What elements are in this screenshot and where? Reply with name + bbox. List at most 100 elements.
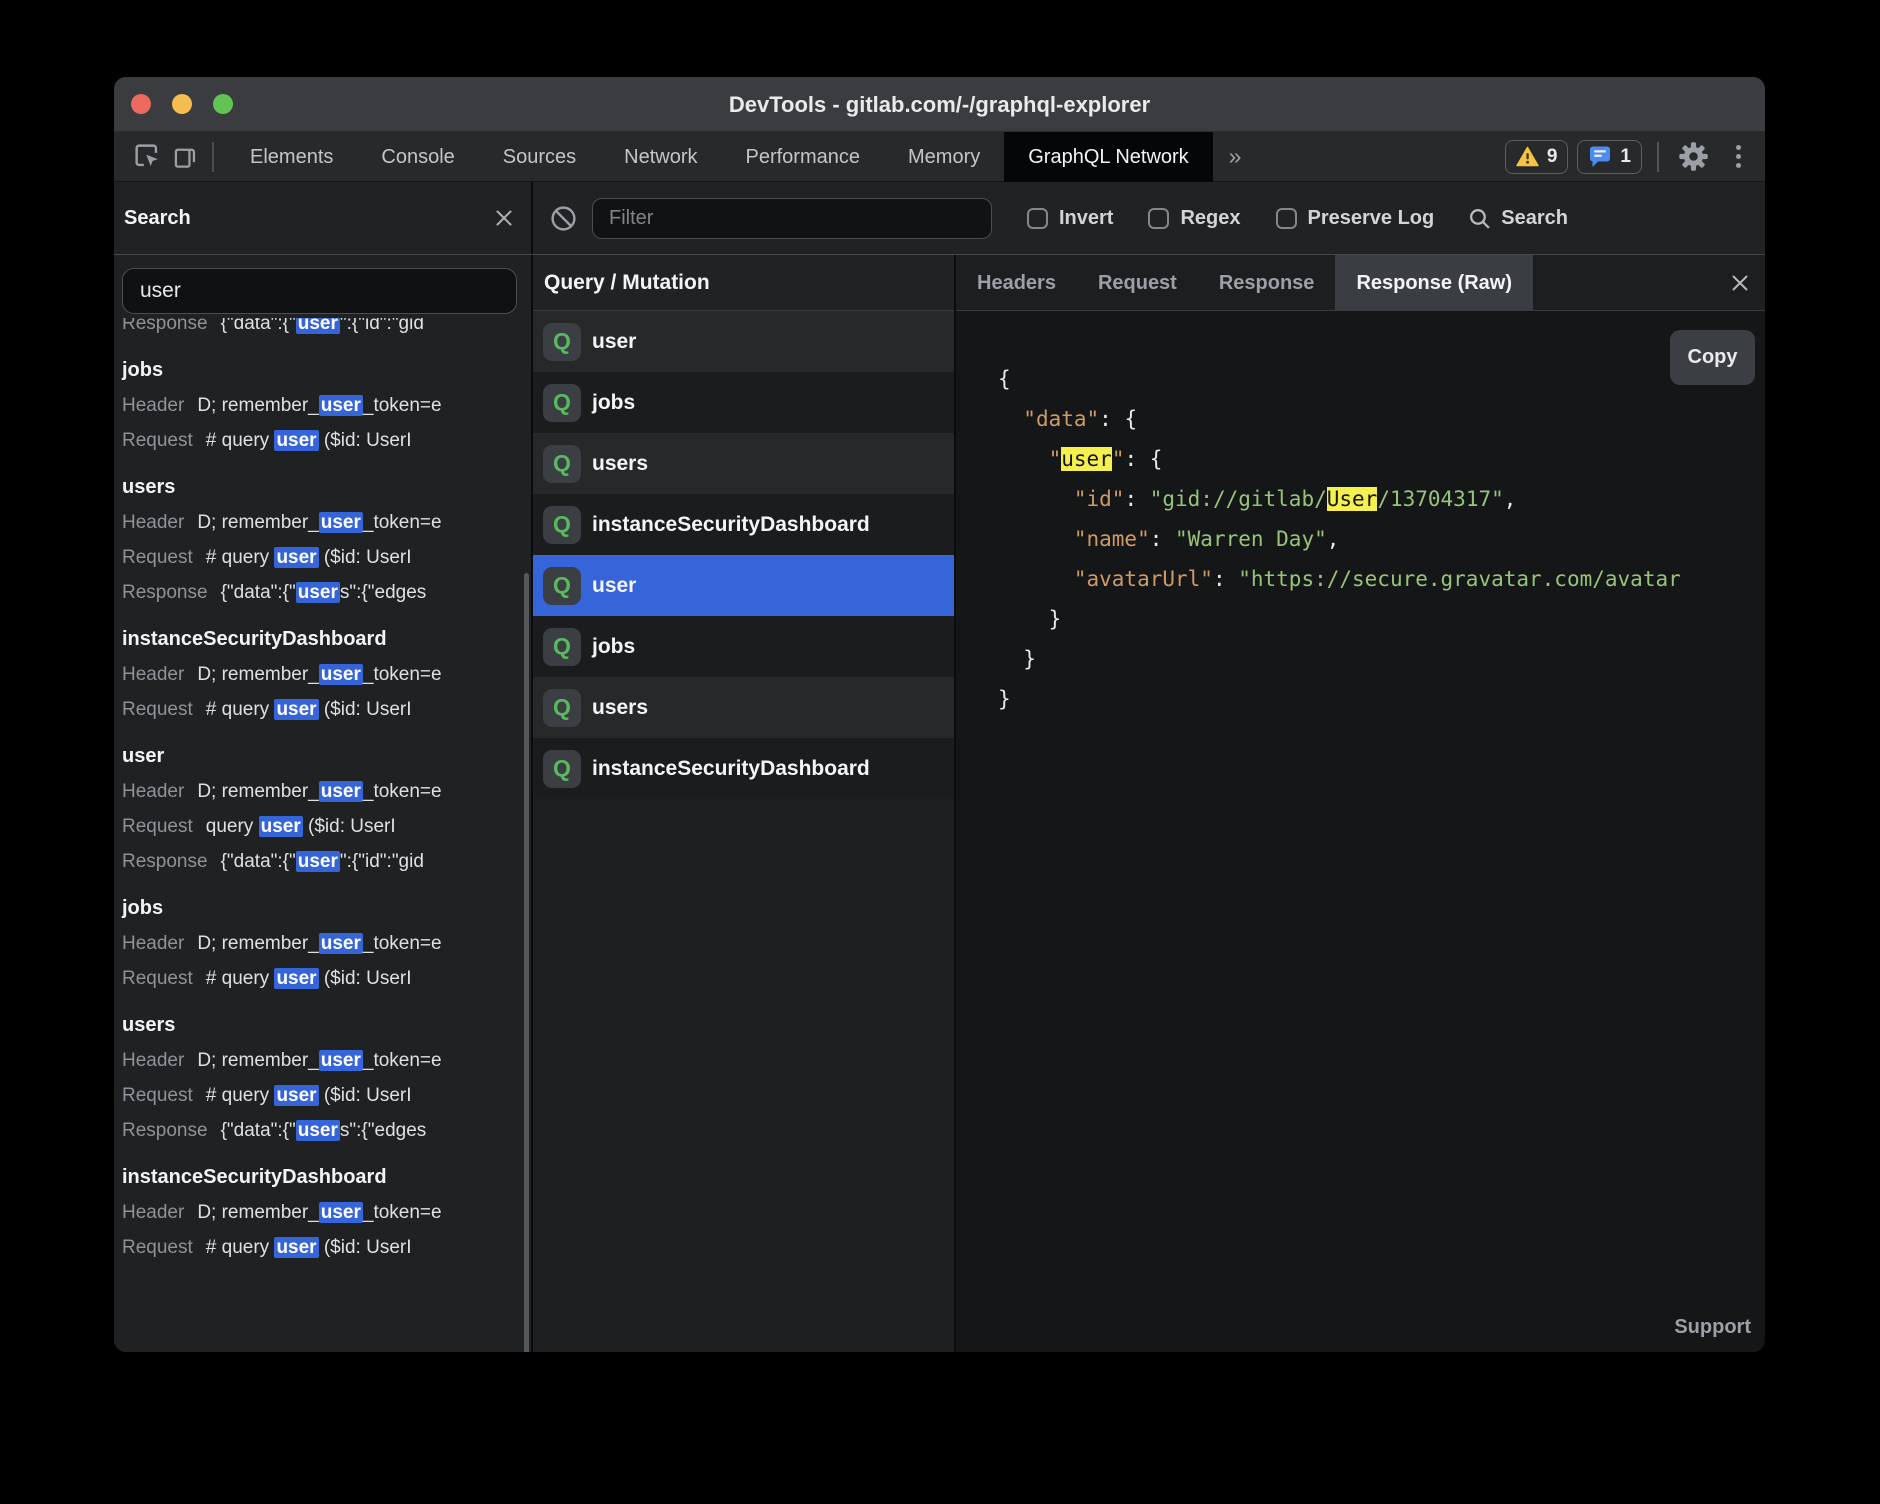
toolbar-search-button[interactable]: Search — [1467, 206, 1568, 231]
result-group-title[interactable]: user — [122, 739, 523, 774]
result-row[interactable]: Request# query user ($id: UserI — [122, 692, 523, 727]
search-input[interactable] — [122, 268, 517, 314]
window-title: DevTools - gitlab.com/-/graphql-explorer — [114, 77, 1765, 132]
tab-console[interactable]: Console — [357, 132, 478, 182]
result-row-label: Request — [122, 547, 193, 568]
checkbox[interactable] — [1276, 208, 1297, 229]
toolbar-separator — [1657, 142, 1659, 172]
match-highlight: user — [274, 968, 318, 989]
result-row[interactable]: HeaderD; remember_user_token=e — [122, 388, 523, 423]
result-row[interactable]: HeaderD; remember_user_token=e — [122, 774, 523, 809]
result-row-label: Request — [122, 816, 193, 837]
query-list-item[interactable]: Qusers — [533, 677, 954, 738]
match-highlight: user — [296, 318, 340, 334]
checkbox[interactable] — [1027, 208, 1048, 229]
result-group-title[interactable]: instanceSecurityDashboard — [122, 1160, 523, 1195]
query-icon: Q — [543, 689, 581, 727]
search-panel-title: Search — [124, 207, 191, 230]
close-window-button[interactable] — [131, 94, 151, 114]
inspect-element-icon[interactable] — [128, 138, 166, 176]
titlebar: DevTools - gitlab.com/-/graphql-explorer — [114, 77, 1765, 132]
checkbox-group-preserve-log[interactable]: Preserve Log — [1276, 207, 1435, 230]
toolbar-search-label: Search — [1501, 207, 1568, 230]
result-group-title[interactable]: instanceSecurityDashboard — [122, 622, 523, 657]
result-row[interactable]: HeaderD; remember_user_token=e — [122, 926, 523, 961]
match-highlight: user — [319, 664, 363, 685]
query-list-item[interactable]: Quser — [533, 311, 954, 372]
result-row[interactable]: Response{"data":{"user":{"id":"gid — [122, 318, 523, 341]
query-list-item[interactable]: Qjobs — [533, 616, 954, 677]
detail-tab-headers[interactable]: Headers — [956, 255, 1077, 311]
result-row-label: Header — [122, 1202, 184, 1223]
checkbox-group-regex[interactable]: Regex — [1148, 207, 1240, 230]
result-row-label: Response — [122, 318, 208, 334]
query-icon: Q — [543, 567, 581, 605]
result-row[interactable]: Request# query user ($id: UserI — [122, 423, 523, 458]
device-toolbar-icon[interactable] — [166, 138, 204, 176]
result-row[interactable]: Request# query user ($id: UserI — [122, 540, 523, 575]
result-row[interactable]: Request# query user ($id: UserI — [122, 1078, 523, 1113]
search-results-list: Response{"data":{"user":{"id":"gidjobsHe… — [114, 318, 523, 1352]
match-highlight: user — [274, 547, 318, 568]
traffic-lights — [131, 94, 233, 114]
query-item-label: instanceSecurityDashboard — [592, 757, 870, 781]
tab-graphql-network[interactable]: GraphQL Network — [1004, 132, 1212, 182]
result-row[interactable]: Request# query user ($id: UserI — [122, 1230, 523, 1265]
result-row[interactable]: HeaderD; remember_user_token=e — [122, 505, 523, 540]
detail-tab-request[interactable]: Request — [1077, 255, 1198, 311]
match-highlight: user — [274, 699, 318, 720]
minimize-window-button[interactable] — [172, 94, 192, 114]
query-list-item[interactable]: Quser — [533, 555, 954, 616]
detail-tab-response-raw-[interactable]: Response (Raw) — [1335, 255, 1533, 311]
result-row[interactable]: Request# query user ($id: UserI — [122, 961, 523, 996]
checkbox-group-invert[interactable]: Invert — [1027, 207, 1113, 230]
zoom-window-button[interactable] — [213, 94, 233, 114]
tab-performance[interactable]: Performance — [722, 132, 885, 182]
result-row-label: Header — [122, 664, 184, 685]
result-group-title[interactable]: jobs — [122, 353, 523, 388]
match-highlight: user — [1061, 447, 1112, 471]
result-row-label: Header — [122, 1050, 184, 1071]
warnings-badge[interactable]: 9 — [1505, 140, 1569, 174]
result-group-title[interactable]: jobs — [122, 891, 523, 926]
panel-header-row: Search Invert Regex Preserve Log Search — [114, 182, 1765, 255]
checkbox[interactable] — [1148, 208, 1169, 229]
query-item-label: users — [592, 452, 648, 476]
messages-badge[interactable]: 1 — [1577, 140, 1642, 174]
result-row[interactable]: Response{"data":{"users":{"edges — [122, 1113, 523, 1148]
tab-memory[interactable]: Memory — [884, 132, 1004, 182]
query-item-label: instanceSecurityDashboard — [592, 513, 870, 537]
tab-elements[interactable]: Elements — [226, 132, 357, 182]
query-icon: Q — [543, 384, 581, 422]
support-link[interactable]: Support — [1674, 1316, 1751, 1339]
clear-requests-icon[interactable] — [549, 204, 578, 233]
close-detail-icon[interactable] — [1729, 272, 1751, 294]
settings-gear-icon[interactable] — [1674, 138, 1712, 176]
result-row[interactable]: HeaderD; remember_user_token=e — [122, 1195, 523, 1230]
result-row[interactable]: Response{"data":{"users":{"edges — [122, 575, 523, 610]
query-item-label: users — [592, 696, 648, 720]
result-group-title[interactable]: users — [122, 1008, 523, 1043]
more-tabs-chevron[interactable]: » — [1213, 143, 1258, 170]
tab-network[interactable]: Network — [600, 132, 721, 182]
match-highlight: user — [319, 512, 363, 533]
result-row-label: Request — [122, 1085, 193, 1106]
close-search-panel-icon[interactable] — [493, 207, 515, 229]
filter-input[interactable] — [592, 198, 992, 239]
match-highlight: user — [319, 1050, 363, 1071]
detail-tab-response[interactable]: Response — [1198, 255, 1336, 311]
query-list-item[interactable]: QinstanceSecurityDashboard — [533, 738, 954, 799]
tab-sources[interactable]: Sources — [479, 132, 600, 182]
query-list-item[interactable]: Qusers — [533, 433, 954, 494]
kebab-menu-icon[interactable] — [1726, 145, 1751, 168]
query-item-label: jobs — [592, 635, 635, 659]
result-row[interactable]: Requestquery user ($id: UserI — [122, 809, 523, 844]
query-list-item[interactable]: QinstanceSecurityDashboard — [533, 494, 954, 555]
result-group-title[interactable]: users — [122, 470, 523, 505]
query-list-item[interactable]: Qjobs — [533, 372, 954, 433]
scrollbar-thumb[interactable] — [524, 573, 529, 1352]
result-row[interactable]: HeaderD; remember_user_token=e — [122, 657, 523, 692]
result-row[interactable]: Response{"data":{"user":{"id":"gid — [122, 844, 523, 879]
copy-button[interactable]: Copy — [1670, 330, 1755, 385]
result-row[interactable]: HeaderD; remember_user_token=e — [122, 1043, 523, 1078]
